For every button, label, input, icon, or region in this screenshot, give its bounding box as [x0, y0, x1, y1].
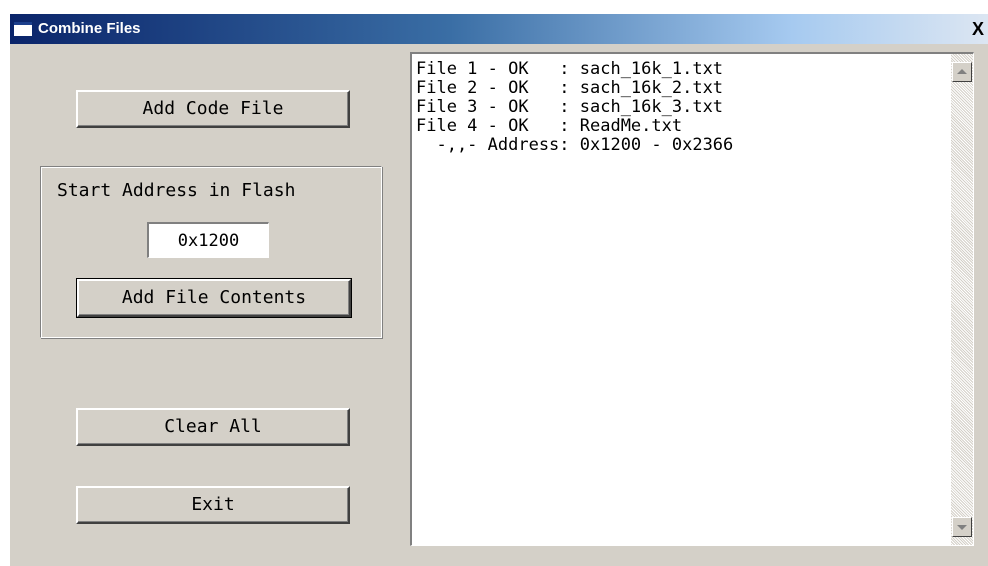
title-bar[interactable]: Combine Files X — [10, 14, 988, 44]
clear-all-button[interactable]: Clear All — [76, 408, 350, 446]
scroll-up-arrow-icon — [957, 69, 967, 74]
scroll-down-button[interactable] — [952, 517, 972, 537]
list-item[interactable]: File 1 - OK : sach_16k_1.txt — [416, 60, 936, 79]
start-address-input[interactable] — [147, 222, 269, 258]
window-icon — [14, 22, 32, 36]
window-title: Combine Files — [38, 20, 141, 37]
list-item[interactable]: File 3 - OK : sach_16k_3.txt — [416, 98, 936, 117]
exit-button[interactable]: Exit — [76, 486, 350, 524]
list-item[interactable]: File 4 - OK : ReadMe.txt — [416, 117, 936, 136]
combine-files-window: Combine Files X Add Code File Start Addr… — [8, 12, 988, 566]
output-listbox[interactable]: File 1 - OK : sach_16k_1.txt File 2 - OK… — [410, 52, 974, 546]
add-file-contents-button[interactable]: Add File Contents — [76, 278, 352, 318]
start-address-group: Start Address in Flash Add File Contents — [40, 166, 382, 338]
add-code-file-button[interactable]: Add Code File — [76, 90, 350, 128]
close-icon[interactable]: X — [968, 18, 988, 40]
output-lines: File 1 - OK : sach_16k_1.txt File 2 - OK… — [416, 60, 936, 155]
vertical-scrollbar[interactable] — [951, 54, 973, 545]
scroll-down-arrow-icon — [957, 525, 967, 530]
scroll-up-button[interactable] — [952, 62, 972, 82]
start-address-label: Start Address in Flash — [57, 180, 296, 201]
list-item[interactable]: -,,- Address: 0x1200 - 0x2366 — [416, 136, 936, 155]
list-item[interactable]: File 2 - OK : sach_16k_2.txt — [416, 79, 936, 98]
